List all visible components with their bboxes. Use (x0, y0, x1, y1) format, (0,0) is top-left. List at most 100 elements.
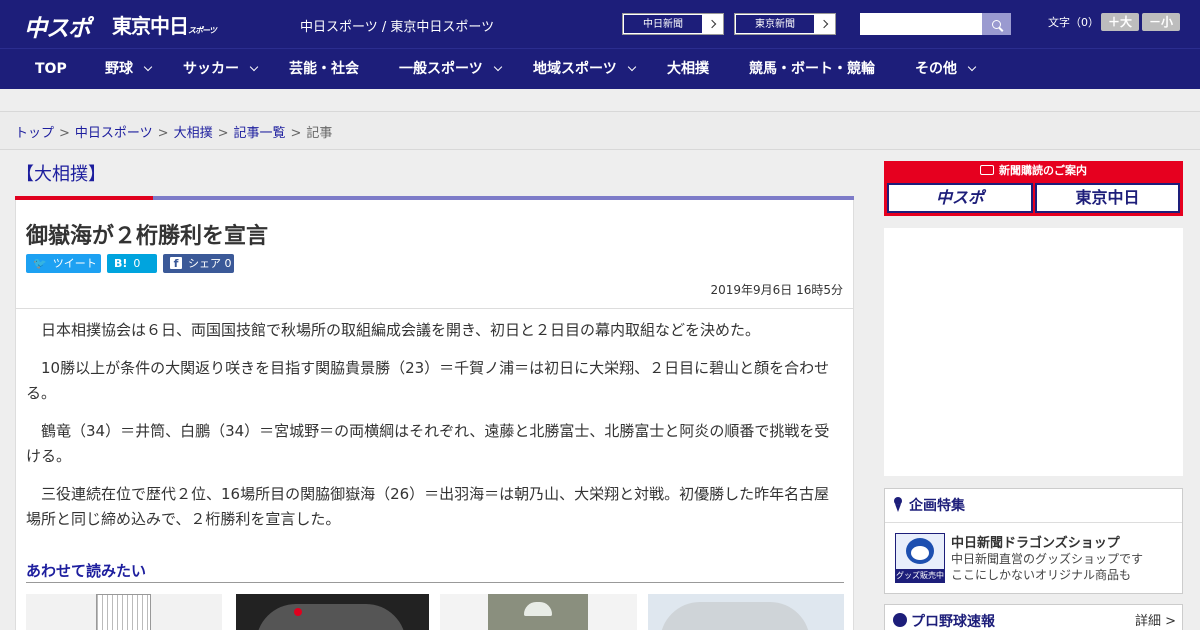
tokyo-chunichi-logo[interactable]: 東京中日スポーツ (112, 10, 217, 39)
search-input[interactable] (860, 13, 982, 35)
tweet-button[interactable]: 🐦 ツイート (26, 254, 101, 273)
hatena-icon: B! (114, 257, 128, 270)
article-paragraph: 日本相撲協会は６日、両国国技館で秋場所の取組編成会議を開き、初日と２日目の幕内取… (41, 321, 760, 339)
nav-soccer[interactable]: サッカー (183, 49, 259, 90)
chevron-right-icon (815, 14, 835, 34)
chunichi-shimbun-label: 中日新聞 (623, 14, 703, 34)
shop-title[interactable]: 中日新聞ドラゴンズショップ (951, 532, 1120, 551)
nav-label: その他 (915, 61, 957, 77)
breadcrumb-sumo[interactable]: 大相撲 (174, 126, 213, 141)
shop-description: 中日新聞直営のグッズショップです ここにしかないオリジナル商品も (951, 551, 1143, 583)
related-thumbnail[interactable] (236, 594, 429, 630)
breadcrumb-separator: > (217, 126, 229, 141)
breadcrumb-chunichi-sports[interactable]: 中日スポーツ (75, 126, 153, 141)
nav-label: 野球 (105, 61, 133, 77)
nav-label: 一般スポーツ (399, 61, 483, 77)
chevron-down-icon (967, 62, 977, 72)
baseball-scores-heading: プロ野球速報 詳細 > (885, 605, 1182, 630)
nav-entertainment[interactable]: 芸能・社会 (289, 49, 359, 90)
chevron-down-icon (627, 62, 636, 72)
nav-label: 大相撲 (667, 61, 709, 77)
nav-keiba[interactable]: 競馬・ボート・競輪 (749, 49, 875, 90)
related-thumbnail[interactable] (648, 594, 844, 630)
tokyo-logo-sub: スポーツ (188, 26, 217, 35)
related-thumbnail[interactable] (26, 594, 222, 630)
article-body: 日本相撲協会は６日、両国国技館で秋場所の取組編成会議を開き、初日と２日目の幕内取… (26, 318, 836, 545)
article-card: 御嶽海が２桁勝利を宣言 🐦 ツイート B! 0 f シェア 0 2019年9月6日 1… (15, 200, 854, 630)
font-larger-button[interactable]: ＋大 (1101, 13, 1139, 31)
chevron-down-icon (143, 62, 153, 72)
article-divider (16, 308, 853, 309)
tokyo-shimbun-label: 東京新聞 (735, 14, 815, 34)
cap-image (524, 602, 552, 616)
chevron-right-icon (703, 14, 723, 34)
article-paragraph: 10勝以上が条件の大関返り咲きを目指す関脇貴景勝（23）＝千賀ノ浦＝は初日に大栄… (26, 359, 830, 402)
nav-label: サッカー (183, 61, 239, 77)
tokyo-shimbun-link[interactable]: 東京新聞 (734, 13, 836, 35)
subscribe-chuspo-button[interactable]: 中スポ (887, 183, 1033, 213)
subscription-title-text: 新聞購読のご案内 (999, 164, 1087, 177)
special-feature-label: 企画特集 (909, 498, 965, 514)
nav-label: TOP (35, 61, 67, 77)
baseball-scores-panel: プロ野球速報 詳細 > (884, 604, 1183, 630)
font-smaller-button[interactable]: －小 (1142, 13, 1180, 31)
newspaper-icon (980, 165, 994, 175)
breadcrumb-separator: > (157, 126, 169, 141)
facebook-count: 0 (224, 257, 232, 270)
search-icon (992, 19, 1001, 29)
breadcrumb-current: 記事 (306, 126, 333, 141)
baseball-details-link[interactable]: 詳細 > (1135, 605, 1176, 630)
advertisement-slot[interactable] (884, 228, 1183, 476)
subscribe-tokyo-button[interactable]: 東京中日 (1035, 183, 1180, 213)
article-title: 御嶽海が２桁勝利を宣言 (26, 224, 269, 249)
nav-sumo[interactable]: 大相撲 (667, 49, 709, 90)
facebook-icon: f (170, 257, 182, 270)
dragons-shop-image[interactable]: グッズ販売中 (895, 533, 945, 583)
site-title: 中日スポーツ / 東京中日スポーツ (300, 20, 495, 35)
related-heading: あわせて読みたい (26, 560, 844, 583)
nav-general-sports[interactable]: 一般スポーツ (399, 49, 502, 90)
chevron-down-icon (493, 62, 502, 72)
chevron-down-icon (249, 62, 259, 72)
article-paragraph: 鶴竜（34）＝井筒、白鵬（34）＝宮城野＝の両横綱はそれぞれ、遠藤と北勝富士、北… (26, 422, 830, 465)
nav-baseball[interactable]: 野球 (105, 49, 153, 90)
breadcrumb-bar: トップ > 中日スポーツ > 大相撲 > 記事一覧 > 記事 (0, 111, 1200, 150)
font-size-label: 文字（0） (1048, 16, 1099, 29)
breadcrumb: トップ > 中日スポーツ > 大相撲 > 記事一覧 > 記事 (15, 122, 332, 141)
arena-image (256, 604, 406, 630)
site-header: 中スポ 東京中日スポーツ 中日スポーツ / 東京中日スポーツ 中日新聞 東京新聞… (0, 0, 1200, 48)
dome-image (660, 602, 810, 630)
newspaper-image (96, 594, 151, 630)
search-box (860, 13, 1011, 35)
tweet-label: ツイート (52, 257, 97, 270)
related-thumbnail[interactable] (440, 594, 637, 630)
facebook-label: シェア (188, 257, 221, 270)
hatena-count: 0 (133, 257, 141, 270)
nav-label: 競馬・ボート・競輪 (749, 61, 875, 77)
facebook-share-button[interactable]: f シェア 0 (163, 254, 234, 273)
subscription-title: 新聞購読のご案内 (884, 161, 1183, 180)
special-feature-panel: 企画特集 グッズ販売中 中日新聞ドラゴンズショップ 中日新聞直営のグッズショップ… (884, 488, 1183, 594)
nav-other[interactable]: その他 (915, 49, 977, 90)
nav-top[interactable]: TOP (35, 49, 67, 90)
chunichi-shimbun-link[interactable]: 中日新聞 (622, 13, 724, 35)
baseball-scores-label: プロ野球速報 (911, 614, 995, 630)
nav-label: 芸能・社会 (289, 61, 359, 77)
breadcrumb-top[interactable]: トップ (15, 126, 54, 141)
subscription-banner[interactable]: 新聞購読のご案内 中スポ 東京中日 (884, 161, 1183, 216)
breadcrumb-article-list[interactable]: 記事一覧 (234, 126, 286, 141)
tokyo-logo-text: 東京中日 (112, 14, 189, 38)
article-category: 【大相撲】 (16, 164, 106, 185)
breadcrumb-separator: > (290, 126, 302, 141)
nav-label: 地域スポーツ (533, 61, 617, 77)
hatena-bookmark-button[interactable]: B! 0 (107, 254, 157, 273)
logo-mark-icon (294, 608, 302, 616)
spacer-band (0, 89, 1200, 111)
special-feature-heading: 企画特集 (885, 489, 1182, 523)
search-button[interactable] (982, 13, 1011, 35)
nav-regional-sports[interactable]: 地域スポーツ (533, 49, 636, 90)
baseball-icon (893, 613, 907, 627)
chuspo-logo[interactable]: 中スポ (24, 9, 91, 43)
article-paragraph: 三役連続在位で歴代２位、16場所目の関脇御嶽海（26）＝出羽海＝は朝乃山、大栄翔… (26, 485, 830, 528)
shop-desc-line: ここにしかないオリジナル商品も (951, 568, 1132, 582)
